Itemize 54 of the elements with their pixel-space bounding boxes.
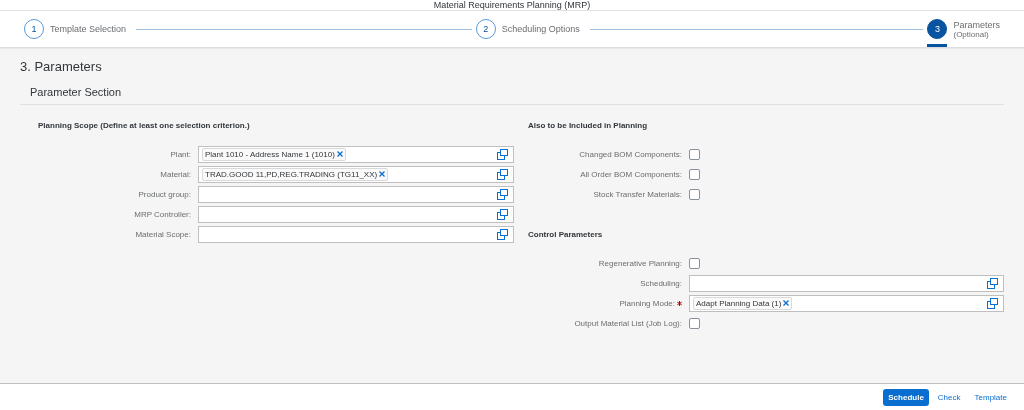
field-label: Scheduling: bbox=[640, 278, 682, 288]
input-field[interactable] bbox=[198, 205, 514, 223]
step-label: Template Selection bbox=[50, 24, 127, 34]
input-field[interactable]: Plant 1010 - Address Name 1 (1010) bbox=[198, 145, 514, 163]
input-field[interactable] bbox=[198, 185, 514, 203]
input-field[interactable]: Adapt Planning Data (1) bbox=[689, 294, 1004, 312]
value-help-icon[interactable] bbox=[497, 168, 508, 180]
page-title: 3. Parameters bbox=[20, 59, 103, 74]
footer-button[interactable]: Check bbox=[932, 388, 966, 406]
value-help-icon[interactable] bbox=[497, 228, 508, 240]
step-label: Parameters bbox=[953, 19, 1000, 30]
footer-button[interactable]: Template bbox=[969, 388, 1012, 406]
value-help-icon[interactable] bbox=[497, 208, 508, 220]
footer-button[interactable]: Schedule bbox=[883, 388, 929, 406]
field-label: Output Material List (Job Log): bbox=[574, 318, 682, 328]
group-title: Control Parameters bbox=[528, 230, 604, 239]
field-label: All Order BOM Components: bbox=[580, 169, 682, 179]
step-label: Scheduling Options bbox=[501, 24, 580, 34]
field-label: Material Scope: bbox=[135, 229, 191, 239]
field-label: MRP Controller: bbox=[134, 209, 191, 219]
group-title: Also to be Included in Planning bbox=[528, 121, 649, 130]
token[interactable]: Plant 1010 - Address Name 1 (1010) bbox=[202, 147, 346, 161]
field-label: Regenerative Planning: bbox=[598, 258, 682, 268]
field-label: Plant: bbox=[170, 149, 191, 159]
field-label: Product group: bbox=[138, 189, 191, 199]
input-field[interactable] bbox=[689, 274, 1004, 292]
token[interactable]: TRAD.GOOD 11,PD,REG.TRADING (TG11_XX) bbox=[202, 167, 389, 181]
checkbox[interactable] bbox=[689, 148, 700, 160]
remove-icon[interactable] bbox=[783, 300, 790, 306]
checkbox[interactable] bbox=[689, 257, 700, 269]
input-field[interactable]: TRAD.GOOD 11,PD,REG.TRADING (TG11_XX) bbox=[198, 165, 514, 183]
value-help-icon[interactable] bbox=[987, 297, 998, 309]
remove-icon[interactable] bbox=[379, 171, 386, 177]
group-title: Planning Scope (Define at least one selection criterion.) bbox=[38, 121, 251, 130]
checkbox[interactable] bbox=[689, 188, 700, 200]
field-label: Material: bbox=[160, 169, 191, 179]
input-field[interactable] bbox=[198, 225, 514, 243]
field-label: Stock Transfer Materials: bbox=[593, 189, 682, 199]
step-number[interactable]: 1 bbox=[24, 19, 44, 39]
remove-icon[interactable] bbox=[336, 151, 343, 157]
token[interactable]: Adapt Planning Data (1) bbox=[693, 296, 793, 310]
checkbox[interactable] bbox=[689, 168, 700, 180]
window-title: Material Requirements Planning (MRP) bbox=[433, 0, 591, 10]
value-help-icon[interactable] bbox=[497, 188, 508, 200]
field-label: Planning Mode: bbox=[619, 298, 675, 308]
field-label: Changed BOM Components: bbox=[579, 149, 682, 159]
value-help-icon[interactable] bbox=[987, 277, 998, 289]
active-step-indicator bbox=[927, 44, 948, 47]
value-help-icon[interactable] bbox=[497, 148, 508, 160]
step-sublabel: (Optional) bbox=[953, 29, 990, 39]
step-number[interactable]: 2 bbox=[475, 19, 496, 39]
step-number[interactable]: 3 bbox=[927, 19, 948, 39]
section-title: Parameter Section bbox=[20, 86, 1004, 105]
checkbox[interactable] bbox=[689, 317, 700, 329]
